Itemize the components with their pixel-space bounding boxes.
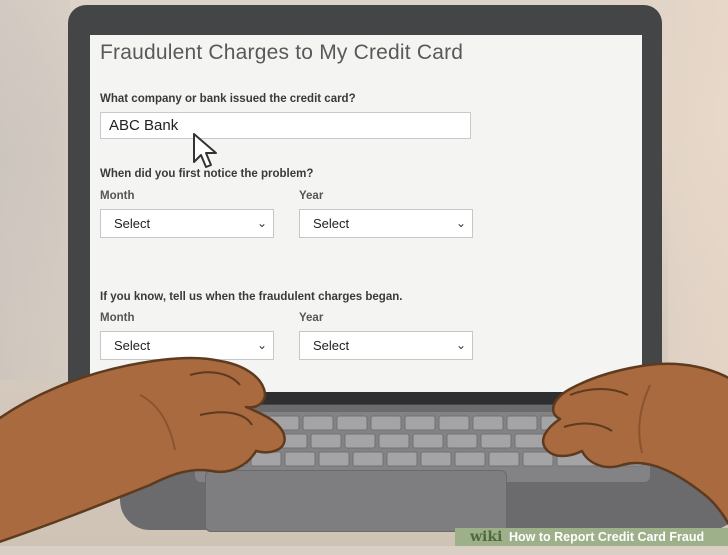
year-select-charges[interactable]: Select ⌄	[299, 331, 473, 360]
article-caption: How to Report Credit Card Fraud	[509, 530, 705, 544]
chevron-down-icon: ⌄	[455, 338, 466, 352]
select-value: Select	[114, 338, 151, 353]
question-bank-label: What company or bank issued the credit c…	[100, 93, 356, 105]
month-select-notice[interactable]: Select ⌄	[100, 209, 274, 238]
question-charges-label: If you know, tell us when the fraudulent…	[100, 291, 403, 303]
bank-name-input[interactable]: ABC Bank	[100, 112, 471, 139]
mouse-pointer-icon	[193, 133, 217, 168]
laptop-screen: Fraudulent Charges to My Credit Card Wha…	[90, 35, 642, 395]
year-label-notice: Year	[299, 190, 324, 202]
year-select-notice[interactable]: Select ⌄	[299, 209, 473, 238]
page-title: Fraudulent Charges to My Credit Card	[100, 41, 464, 64]
select-value: Select	[313, 338, 350, 353]
brand-logo: wiki	[470, 529, 503, 545]
right-hand	[541, 362, 728, 526]
background-shelf	[0, 0, 70, 380]
chevron-down-icon: ⌄	[455, 216, 466, 230]
left-hand	[0, 356, 286, 543]
background-wall	[668, 0, 728, 380]
select-value: Select	[114, 216, 151, 231]
month-label-charges: Month	[100, 312, 135, 324]
chevron-down-icon: ⌄	[256, 216, 267, 230]
select-value: Select	[313, 216, 350, 231]
year-label-charges: Year	[299, 312, 324, 324]
month-label-notice: Month	[100, 190, 135, 202]
